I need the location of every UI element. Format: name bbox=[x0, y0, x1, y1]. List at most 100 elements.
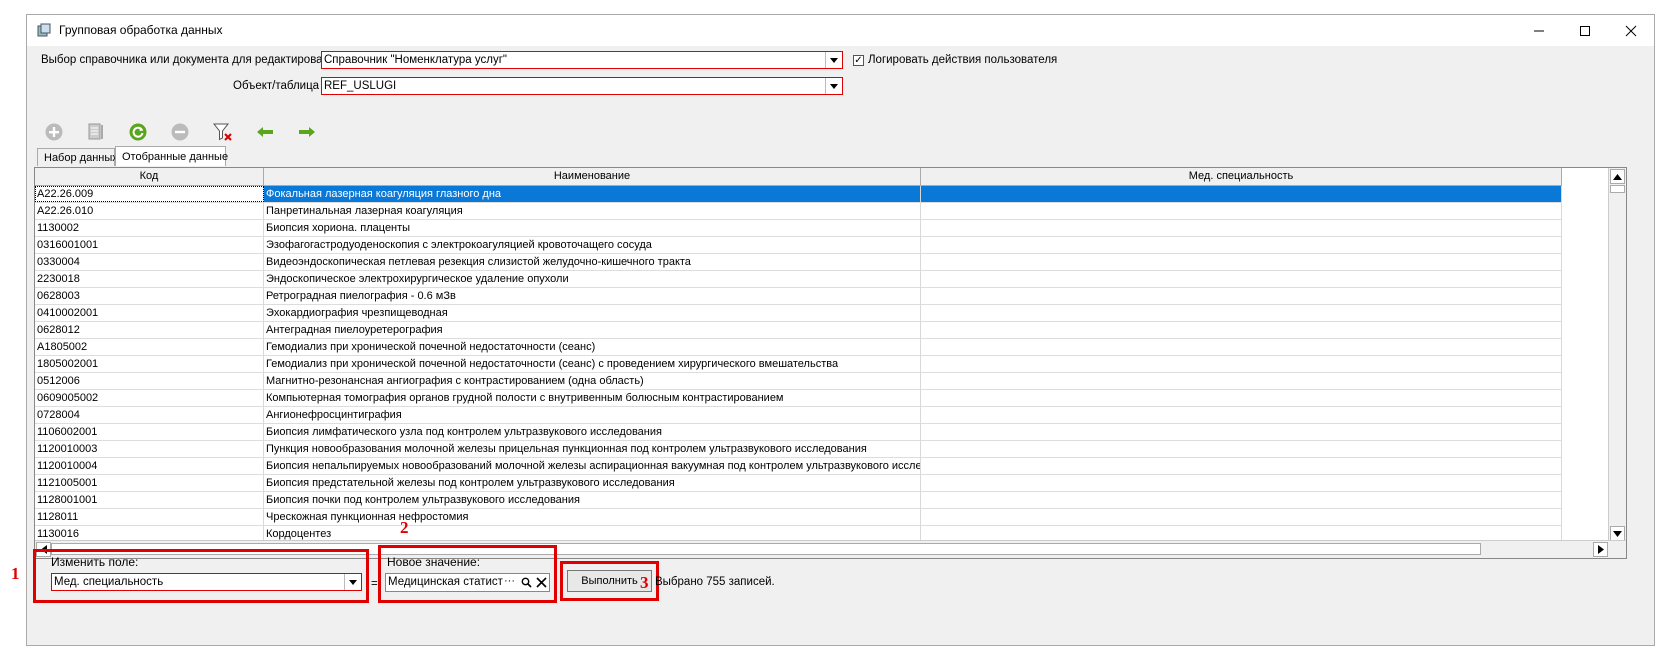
cell-name[interactable]: Панретинальная лазерная коагуляция bbox=[264, 203, 921, 219]
table-row[interactable]: 0410002001 Эхокардиография чрезпищеводная bbox=[35, 305, 1562, 322]
cell-code[interactable]: 0512006 bbox=[35, 373, 264, 389]
clear-filter-button[interactable] bbox=[210, 120, 236, 144]
source-dropdown-button[interactable] bbox=[825, 52, 842, 68]
cell-specialty[interactable] bbox=[921, 424, 1562, 440]
cell-name[interactable]: Ретроградная пиелография - 0.6 мЗв bbox=[264, 288, 921, 304]
table-row[interactable]: 0512006 Магнитно-резонансная ангиография … bbox=[35, 373, 1562, 390]
clear-icon[interactable] bbox=[536, 577, 547, 588]
table-row[interactable]: 1128011 Чрескожная пункционная нефростоми… bbox=[35, 509, 1562, 526]
cell-code[interactable]: A22.26.009 bbox=[35, 186, 264, 202]
cell-specialty[interactable] bbox=[921, 373, 1562, 389]
edit-button[interactable] bbox=[83, 120, 109, 144]
cell-code[interactable]: 2230018 bbox=[35, 271, 264, 287]
cell-name[interactable]: Магнитно-резонансная ангиография с контр… bbox=[264, 373, 921, 389]
cell-specialty[interactable] bbox=[921, 509, 1562, 525]
table-row[interactable]: 0330004 Видеоэндоскопическая петлевая рез… bbox=[35, 254, 1562, 271]
cell-code[interactable]: 1121005001 bbox=[35, 475, 264, 491]
column-header-name[interactable]: Наименование bbox=[264, 168, 921, 185]
cell-specialty[interactable] bbox=[921, 186, 1562, 202]
new-value-field[interactable]: Медицинская статист ··· bbox=[385, 573, 550, 592]
cell-code[interactable]: A22.26.010 bbox=[35, 203, 264, 219]
tab-data-set[interactable]: Набор данных bbox=[37, 148, 118, 166]
cell-code[interactable]: 0330004 bbox=[35, 254, 264, 270]
arrow-left-button[interactable] bbox=[252, 120, 278, 144]
cell-specialty[interactable] bbox=[921, 390, 1562, 406]
ellipsis-button[interactable]: ··· bbox=[504, 575, 515, 587]
cell-specialty[interactable] bbox=[921, 475, 1562, 491]
minimize-button[interactable] bbox=[1516, 15, 1562, 46]
cell-code[interactable]: 1128001001 bbox=[35, 492, 264, 508]
maximize-button[interactable] bbox=[1562, 15, 1608, 46]
tab-selected-data[interactable]: Отобранные данные bbox=[115, 146, 228, 166]
cell-name[interactable]: Эзофагогастродуоденоскопия с электрокоаг… bbox=[264, 237, 921, 253]
scroll-right-button[interactable] bbox=[1593, 542, 1608, 557]
table-row[interactable]: 0609005002 Компьютерная томография органо… bbox=[35, 390, 1562, 407]
object-dropdown-button[interactable] bbox=[825, 78, 842, 94]
scroll-up-button[interactable] bbox=[1610, 169, 1625, 184]
table-row[interactable]: 0628012 Антеградная пиелоуретерография bbox=[35, 322, 1562, 339]
cell-code[interactable]: 1106002001 bbox=[35, 424, 264, 440]
cell-code[interactable]: 0728004 bbox=[35, 407, 264, 423]
cell-code[interactable]: 1805002001 bbox=[35, 356, 264, 372]
table-row[interactable]: 1128001001 Биопсия почки под контролем ул… bbox=[35, 492, 1562, 509]
column-header-code[interactable]: Код bbox=[35, 168, 264, 185]
cell-specialty[interactable] bbox=[921, 254, 1562, 270]
cell-name[interactable]: Биопсия хориона. плаценты bbox=[264, 220, 921, 236]
table-row[interactable]: A1805002 Гемодиализ при хронической почеч… bbox=[35, 339, 1562, 356]
vertical-scrollbar[interactable] bbox=[1608, 168, 1626, 542]
cell-name[interactable]: Эндоскопическое электрохирургическое уда… bbox=[264, 271, 921, 287]
cell-specialty[interactable] bbox=[921, 407, 1562, 423]
table-row[interactable]: 1106002001 Биопсия лимфатического узла по… bbox=[35, 424, 1562, 441]
cell-specialty[interactable] bbox=[921, 220, 1562, 236]
change-field-select[interactable]: Мед. специальность bbox=[51, 573, 362, 591]
table-row[interactable]: 0316001001 Эзофагогастродуоденоскопия с э… bbox=[35, 237, 1562, 254]
table-row[interactable]: 1120010004 Биопсия непальпируемых новообр… bbox=[35, 458, 1562, 475]
cell-code[interactable]: 0628003 bbox=[35, 288, 264, 304]
cell-code[interactable]: 0410002001 bbox=[35, 305, 264, 321]
scroll-thumb[interactable] bbox=[1610, 185, 1625, 193]
cell-specialty[interactable] bbox=[921, 237, 1562, 253]
cell-code[interactable]: 1128011 bbox=[35, 509, 264, 525]
cell-code[interactable]: 0316001001 bbox=[35, 237, 264, 253]
source-select[interactable]: Справочник "Номенклатура услуг" bbox=[321, 51, 843, 69]
cell-name[interactable]: Компьютерная томография органов грудной … bbox=[264, 390, 921, 406]
cell-name[interactable]: Гемодиализ при хронической почечной недо… bbox=[264, 339, 921, 355]
table-row[interactable]: 1805002001 Гемодиализ при хронической поч… bbox=[35, 356, 1562, 373]
change-field-dropdown-button[interactable] bbox=[344, 574, 361, 590]
cell-specialty[interactable] bbox=[921, 271, 1562, 287]
table-row[interactable]: A22.26.009 Фокальная лазерная коагуляция … bbox=[35, 186, 1562, 203]
cell-specialty[interactable] bbox=[921, 203, 1562, 219]
table-row[interactable]: 0628003 Ретроградная пиелография - 0.6 мЗ… bbox=[35, 288, 1562, 305]
cell-specialty[interactable] bbox=[921, 356, 1562, 372]
cell-specialty[interactable] bbox=[921, 339, 1562, 355]
table-row[interactable]: A22.26.010 Панретинальная лазерная коагул… bbox=[35, 203, 1562, 220]
cell-code[interactable]: 1130002 bbox=[35, 220, 264, 236]
cell-code[interactable]: A1805002 bbox=[35, 339, 264, 355]
cell-specialty[interactable] bbox=[921, 322, 1562, 338]
cell-code[interactable]: 0628012 bbox=[35, 322, 264, 338]
cell-name[interactable]: Ангионефросцинтиграфия bbox=[264, 407, 921, 423]
cell-name[interactable]: Антеградная пиелоуретерография bbox=[264, 322, 921, 338]
cell-code[interactable]: 1120010003 bbox=[35, 441, 264, 457]
table-row[interactable]: 1121005001 Биопсия предстательной железы … bbox=[35, 475, 1562, 492]
cell-name[interactable]: Биопсия почки под контролем ультразвуков… bbox=[264, 492, 921, 508]
cell-name[interactable]: Гемодиализ при хронической почечной недо… bbox=[264, 356, 921, 372]
cell-name[interactable]: Чрескожная пункционная нефростомия bbox=[264, 509, 921, 525]
scroll-down-button[interactable] bbox=[1610, 526, 1625, 541]
cell-specialty[interactable] bbox=[921, 288, 1562, 304]
cell-specialty[interactable] bbox=[921, 441, 1562, 457]
cell-name[interactable]: Видеоэндоскопическая петлевая резекция с… bbox=[264, 254, 921, 270]
log-checkbox[interactable]: ✓ bbox=[853, 55, 864, 66]
table-row[interactable]: 1120010003 Пункция новообразования молочн… bbox=[35, 441, 1562, 458]
object-select[interactable]: REF_USLUGI bbox=[321, 77, 843, 95]
search-icon[interactable] bbox=[521, 577, 532, 588]
cell-code[interactable]: 0609005002 bbox=[35, 390, 264, 406]
column-header-specialty[interactable]: Мед. специальность bbox=[921, 168, 1562, 185]
cell-specialty[interactable] bbox=[921, 305, 1562, 321]
cell-name[interactable]: Биопсия предстательной железы под контро… bbox=[264, 475, 921, 491]
cell-name[interactable]: Биопсия лимфатического узла под контроле… bbox=[264, 424, 921, 440]
cell-name[interactable]: Эхокардиография чрезпищеводная bbox=[264, 305, 921, 321]
table-row[interactable]: 0728004 Ангионефросцинтиграфия bbox=[35, 407, 1562, 424]
close-button[interactable] bbox=[1608, 15, 1654, 46]
table-row[interactable]: 1130002 Биопсия хориона. плаценты bbox=[35, 220, 1562, 237]
